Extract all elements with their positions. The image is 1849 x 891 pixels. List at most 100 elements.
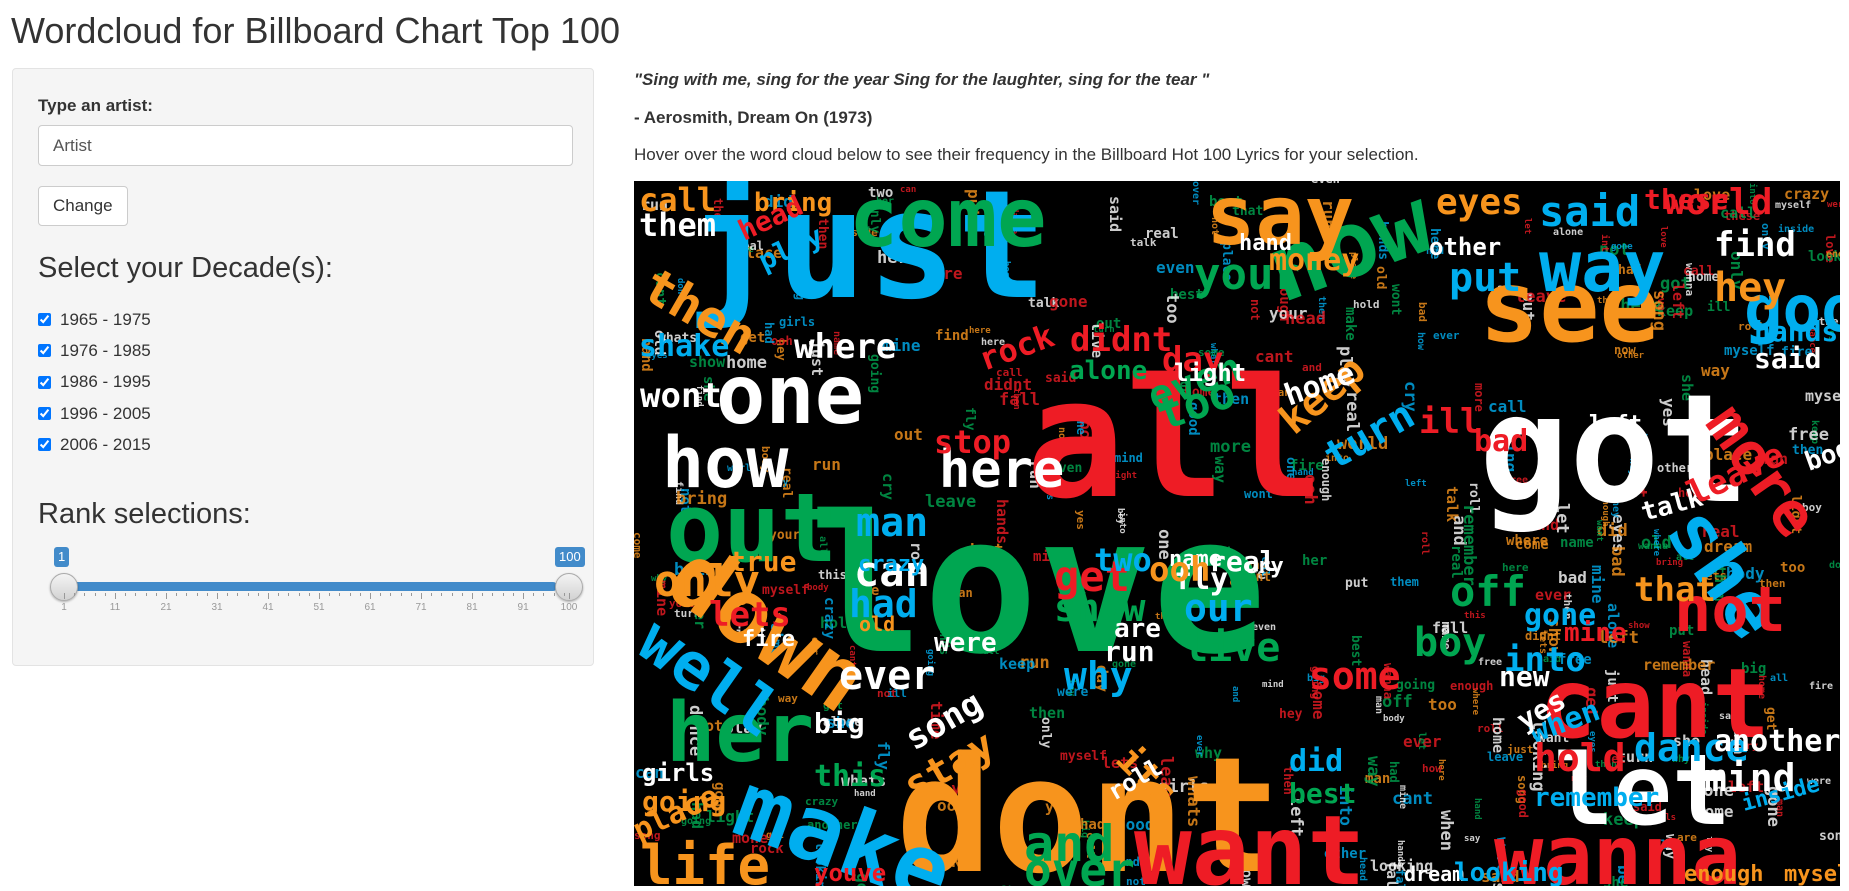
- cloud-word[interactable]: wont: [640, 376, 722, 416]
- cloud-word[interactable]: even: [1156, 258, 1195, 277]
- cloud-word[interactable]: bad: [1474, 424, 1528, 459]
- cloud-word[interactable]: come: [634, 532, 644, 559]
- cloud-word[interactable]: other: [1429, 233, 1501, 261]
- cloud-word[interactable]: roll: [1419, 531, 1430, 555]
- cloud-word[interactable]: off: [1450, 567, 1526, 616]
- artist-input[interactable]: [38, 125, 573, 166]
- cloud-word[interactable]: were: [1827, 200, 1840, 210]
- cloud-word[interactable]: said: [1539, 187, 1640, 236]
- cloud-word[interactable]: home: [1489, 717, 1507, 753]
- decade-option[interactable]: 1976 - 1985: [37, 335, 151, 366]
- cloud-word[interactable]: when: [1436, 810, 1456, 851]
- cloud-word[interactable]: said: [1106, 196, 1124, 232]
- cloud-word[interactable]: bad: [1558, 568, 1587, 587]
- cloud-word[interactable]: make: [1342, 307, 1358, 341]
- cloud-word[interactable]: song: [1819, 829, 1840, 844]
- cloud-word[interactable]: looking: [1454, 858, 1564, 886]
- cloud-word[interactable]: ever: [839, 653, 935, 699]
- change-button[interactable]: Change: [38, 186, 128, 226]
- cloud-word[interactable]: myself: [1775, 200, 1811, 211]
- cloud-word[interactable]: remember: [1534, 783, 1659, 813]
- cloud-word[interactable]: run: [1104, 635, 1155, 668]
- cloud-word[interactable]: light: [1174, 359, 1246, 387]
- cloud-word[interactable]: another: [1714, 724, 1840, 759]
- cloud-word[interactable]: dont: [1829, 560, 1840, 571]
- cloud-word[interactable]: didnt: [984, 375, 1032, 394]
- cloud-word[interactable]: talk: [1443, 486, 1461, 522]
- wordcloud[interactable]: song then now and big boy fire she these not mind p…: [634, 181, 1840, 886]
- cloud-word[interactable]: hand: [1472, 798, 1482, 820]
- cloud-word[interactable]: these: [1644, 183, 1728, 216]
- cloud-word[interactable]: hold: [1353, 298, 1380, 311]
- cloud-word[interactable]: too: [1428, 695, 1457, 714]
- cloud-word[interactable]: left: [1405, 479, 1427, 489]
- cloud-word[interactable]: put: [1345, 576, 1368, 591]
- cloud-word[interactable]: come: [849, 181, 1046, 266]
- cloud-word[interactable]: wont: [1388, 284, 1403, 315]
- cloud-word[interactable]: enough: [1826, 249, 1840, 260]
- cloud-word[interactable]: fire: [742, 627, 795, 652]
- cloud-word[interactable]: all: [1770, 673, 1788, 684]
- cloud-word[interactable]: best: [1289, 777, 1356, 810]
- cloud-word[interactable]: say: [1464, 834, 1481, 844]
- cloud-word[interactable]: her: [1302, 553, 1327, 569]
- cloud-word[interactable]: ill: [1419, 402, 1480, 442]
- cloud-word[interactable]: fire: [1809, 680, 1833, 692]
- cloud-word[interactable]: enough: [1450, 679, 1493, 693]
- cloud-word[interactable]: crazy: [858, 552, 924, 577]
- cloud-word[interactable]: bad: [1416, 302, 1429, 322]
- cloud-word[interactable]: were: [934, 628, 997, 658]
- cloud-word[interactable]: did: [1289, 744, 1343, 779]
- cloud-word[interactable]: going: [1396, 678, 1435, 693]
- cloud-word[interactable]: had: [1387, 761, 1401, 783]
- cloud-word[interactable]: over: [1190, 181, 1201, 205]
- cloud-word[interactable]: alone: [1069, 356, 1147, 386]
- cloud-word[interactable]: body: [1383, 714, 1405, 724]
- cloud-word[interactable]: some: [1309, 654, 1401, 698]
- cloud-word[interactable]: put: [1449, 255, 1521, 301]
- cloud-word[interactable]: hands: [1754, 315, 1838, 348]
- cloud-word[interactable]: two: [1094, 541, 1152, 579]
- cloud-word[interactable]: life: [640, 834, 770, 886]
- cloud-word[interactable]: old: [859, 612, 895, 636]
- decade-option[interactable]: 1965 - 1975: [37, 304, 151, 335]
- cloud-word[interactable]: true: [729, 545, 796, 578]
- cloud-word[interactable]: way: [1363, 756, 1383, 787]
- cloud-word[interactable]: myself: [1784, 862, 1840, 886]
- cloud-word[interactable]: name: [1560, 535, 1594, 551]
- cloud-word[interactable]: let: [1522, 218, 1532, 234]
- decade-checkbox[interactable]: [38, 407, 51, 421]
- cloud-word[interactable]: left: [1669, 283, 1687, 319]
- cloud-word[interactable]: live: [1184, 625, 1280, 671]
- cloud-word[interactable]: way: [1539, 226, 1665, 308]
- rank-range-slider[interactable]: 1 100 1 11 21 31 41 51 61 71 81 91 100: [38, 547, 585, 613]
- slider-track[interactable]: [62, 582, 557, 591]
- decade-option[interactable]: 2006 - 2015: [37, 429, 151, 460]
- cloud-word[interactable]: boy: [1414, 620, 1486, 666]
- cloud-word[interactable]: hey: [1714, 265, 1786, 311]
- cloud-word[interactable]: man: [856, 500, 928, 546]
- cloud-word[interactable]: eyes: [1436, 182, 1523, 223]
- cloud-word[interactable]: youve: [814, 859, 886, 886]
- cloud-word[interactable]: not: [1248, 299, 1262, 321]
- cloud-word[interactable]: ever: [1433, 329, 1460, 342]
- decade-option[interactable]: 1986 - 1995: [37, 367, 151, 398]
- cloud-word[interactable]: stop: [934, 423, 1011, 461]
- cloud-word[interactable]: how: [1422, 762, 1442, 775]
- cloud-word[interactable]: real: [1145, 226, 1179, 242]
- cloud-word[interactable]: mine: [1397, 785, 1409, 809]
- cloud-word[interactable]: shake: [639, 329, 729, 364]
- decade-checkbox[interactable]: [38, 313, 51, 327]
- cloud-word[interactable]: big: [814, 707, 865, 740]
- cloud-word[interactable]: run: [812, 455, 841, 474]
- cloud-word[interactable]: how: [1415, 332, 1426, 351]
- cloud-word[interactable]: hey: [1279, 707, 1303, 722]
- decade-checkbox[interactable]: [38, 344, 51, 358]
- cloud-word[interactable]: left: [1589, 412, 1642, 437]
- cloud-word[interactable]: find: [1714, 225, 1796, 265]
- cloud-word[interactable]: didnt: [1070, 320, 1172, 360]
- cloud-word[interactable]: money: [1269, 243, 1359, 278]
- cloud-word[interactable]: out: [894, 425, 923, 444]
- cloud-word[interactable]: that: [1634, 570, 1716, 610]
- cloud-word[interactable]: mine: [1564, 618, 1627, 648]
